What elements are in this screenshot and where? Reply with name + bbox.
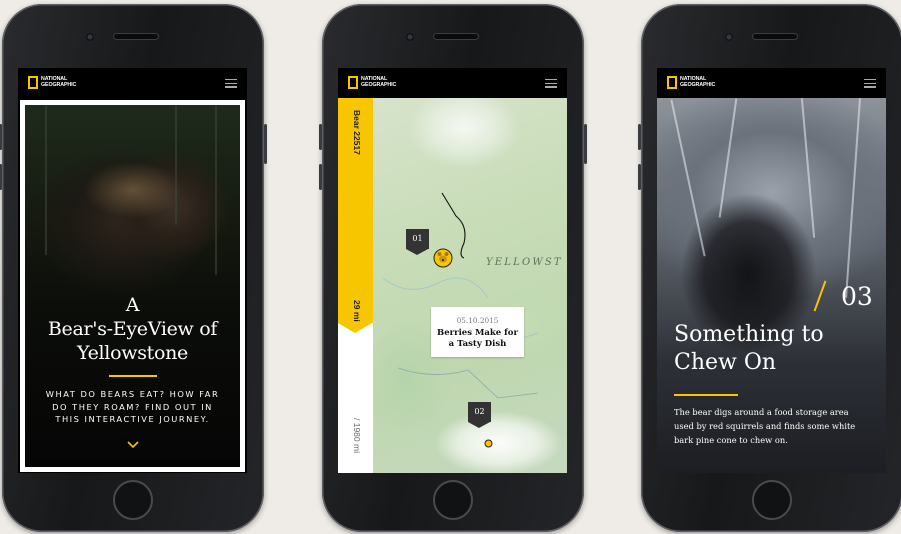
logo-line2: GEOGRAPHIC (361, 81, 397, 88)
yellow-frame-icon (667, 76, 677, 89)
screen-map: NATIONAL GEOGRAPHIC YELLOWST 01 02 05.10… (338, 68, 567, 473)
hero-title: A Bear's-EyeView of Yellowstone (25, 293, 240, 365)
callout-date: 05.10.2015 (456, 316, 499, 325)
chapter-number: 03 (841, 282, 873, 311)
top-bar: NATIONAL GEOGRAPHIC (18, 68, 247, 98)
waypoint-pin-01[interactable]: 01 (406, 229, 429, 255)
chapter-body: The bear digs around a food storage area… (674, 407, 856, 445)
speaker-grille (434, 34, 478, 39)
hero-photo-bear: A Bear's-EyeView of Yellowstone WHAT DO … (20, 100, 245, 472)
story-callout[interactable]: 05.10.2015 Berries Make for a Tasty Dish (431, 307, 524, 357)
phone-mockup-chapter: NATIONAL GEOGRAPHIC 03 Something to Chew… (638, 4, 901, 532)
hero-subtitle-line2: DO THEY ROAM? FIND OUT IN (52, 401, 213, 412)
hero-subtitle: WHAT DO BEARS EAT? HOW FAR DO THEY ROAM?… (25, 388, 240, 426)
phone-mockup-map: NATIONAL GEOGRAPHIC YELLOWST 01 02 05.10… (319, 4, 587, 532)
home-button[interactable] (433, 480, 473, 520)
progress-sidebar: Bear 22517 29 mi / 1980 mi (338, 98, 373, 473)
bear-id-label: Bear 22517 (352, 110, 362, 155)
logo-line2: GEOGRAPHIC (680, 81, 716, 88)
speaker-grille (114, 34, 158, 39)
hero-title-line2: Bear's-EyeView of (47, 318, 218, 340)
natgeo-logo[interactable]: NATIONAL GEOGRAPHIC (28, 76, 76, 89)
chapter-title-line1: Something to (674, 322, 824, 347)
home-button[interactable] (752, 480, 792, 520)
hero-title-line3: Yellowstone (77, 342, 188, 364)
yellow-frame-icon (348, 76, 358, 89)
speaker-grille (753, 34, 797, 39)
hamburger-menu-icon[interactable] (545, 79, 557, 88)
chapter-title-line2: Chew On (674, 350, 777, 375)
home-button[interactable] (113, 480, 153, 520)
track-dot-icon (484, 439, 493, 448)
total-distance-label: / 1980 mi (352, 418, 362, 453)
hero-title-line1: A (125, 294, 140, 316)
map-label-yellowstone: YELLOWST (486, 257, 563, 268)
callout-headline: Berries Make for a Tasty Dish (437, 328, 518, 349)
camera-icon (725, 33, 733, 41)
hamburger-menu-icon[interactable] (864, 79, 876, 88)
natgeo-logo[interactable]: NATIONAL GEOGRAPHIC (667, 76, 715, 89)
screen-intro: NATIONAL GEOGRAPHIC A Bear's-EyeView of … (18, 68, 247, 473)
top-bar: NATIONAL GEOGRAPHIC (657, 68, 886, 98)
accent-rule (674, 394, 738, 396)
hero-subtitle-line1: WHAT DO BEARS EAT? HOW FAR (45, 389, 220, 399)
camera-icon (406, 33, 414, 41)
chapter-title: Something to Chew On (674, 321, 874, 377)
bear-face-icon[interactable] (433, 248, 453, 268)
phone-mockup-intro: NATIONAL GEOGRAPHIC A Bear's-EyeView of … (0, 4, 267, 532)
chevron-down-icon[interactable] (126, 441, 139, 449)
yellow-frame-icon (28, 76, 38, 89)
waypoint-pin-02[interactable]: 02 (468, 402, 491, 428)
logo-line2: GEOGRAPHIC (41, 81, 77, 88)
natgeo-logo[interactable]: NATIONAL GEOGRAPHIC (348, 76, 396, 89)
camera-icon (86, 33, 94, 41)
hamburger-menu-icon[interactable] (225, 79, 237, 88)
top-bar: NATIONAL GEOGRAPHIC (338, 68, 567, 98)
distance-label: 29 mi (352, 300, 362, 322)
accent-rule (108, 375, 157, 377)
screen-chapter: NATIONAL GEOGRAPHIC 03 Something to Chew… (657, 68, 886, 473)
hero-subtitle-line3: THIS INTERACTIVE JOURNEY. (55, 414, 210, 424)
